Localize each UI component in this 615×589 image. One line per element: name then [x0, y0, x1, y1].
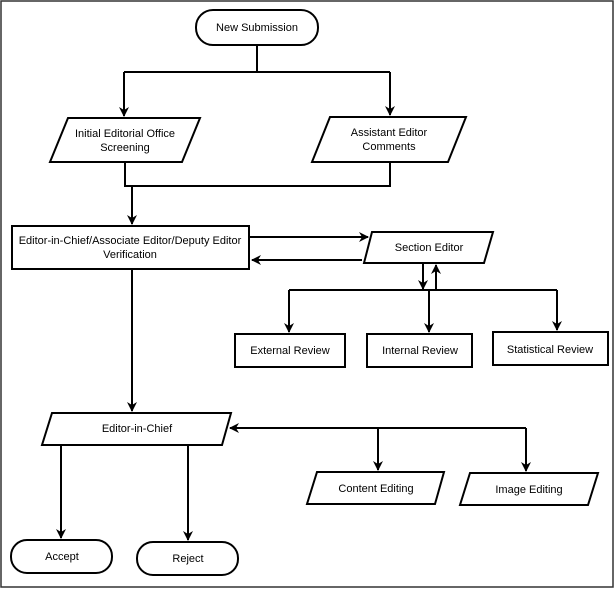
node-assistant-editor: Assistant Editor Comments: [310, 116, 468, 163]
connector-split-top: [124, 45, 390, 73]
svg-text:Content Editing: Content Editing: [338, 483, 413, 495]
node-verification: Editor-in-Chief/Associate Editor/Deputy …: [11, 225, 250, 270]
svg-text:Assistant Editor: Assistant Editor: [351, 127, 428, 139]
svg-text:Verification: Verification: [103, 249, 157, 261]
svg-text:Screening: Screening: [100, 142, 150, 154]
svg-text:Accept: Accept: [45, 551, 79, 563]
node-content-editing: Content Editing: [305, 471, 446, 505]
svg-text:Comments: Comments: [362, 141, 416, 153]
node-accept: Accept: [10, 539, 113, 574]
svg-text:Image Editing: Image Editing: [495, 484, 562, 496]
svg-text:Reject: Reject: [172, 553, 203, 565]
node-editor-in-chief: Editor-in-Chief: [40, 412, 233, 446]
node-statistical-review: Statistical Review: [492, 331, 609, 366]
svg-text:Initial Editorial Office: Initial Editorial Office: [75, 128, 175, 140]
flowchart: New Submission Initial Editorial Office …: [0, 0, 614, 588]
node-new-submission: New Submission: [195, 9, 319, 46]
node-internal-review: Internal Review: [366, 333, 473, 368]
svg-text:New Submission: New Submission: [216, 22, 298, 34]
svg-text:Editor-in-Chief/Associate Edit: Editor-in-Chief/Associate Editor/Deputy …: [19, 235, 242, 247]
svg-text:Editor-in-Chief: Editor-in-Chief: [102, 423, 173, 435]
svg-text:Statistical Review: Statistical Review: [507, 344, 593, 356]
node-initial-screening: Initial Editorial Office Screening: [48, 117, 202, 163]
svg-text:External Review: External Review: [250, 345, 330, 357]
connector-merge: [124, 162, 391, 187]
node-image-editing: Image Editing: [458, 472, 600, 506]
svg-text:Internal Review: Internal Review: [382, 345, 458, 357]
node-reject: Reject: [136, 541, 239, 576]
node-section-editor: Section Editor: [362, 231, 495, 264]
svg-text:Section Editor: Section Editor: [395, 242, 464, 254]
node-external-review: External Review: [234, 333, 346, 368]
